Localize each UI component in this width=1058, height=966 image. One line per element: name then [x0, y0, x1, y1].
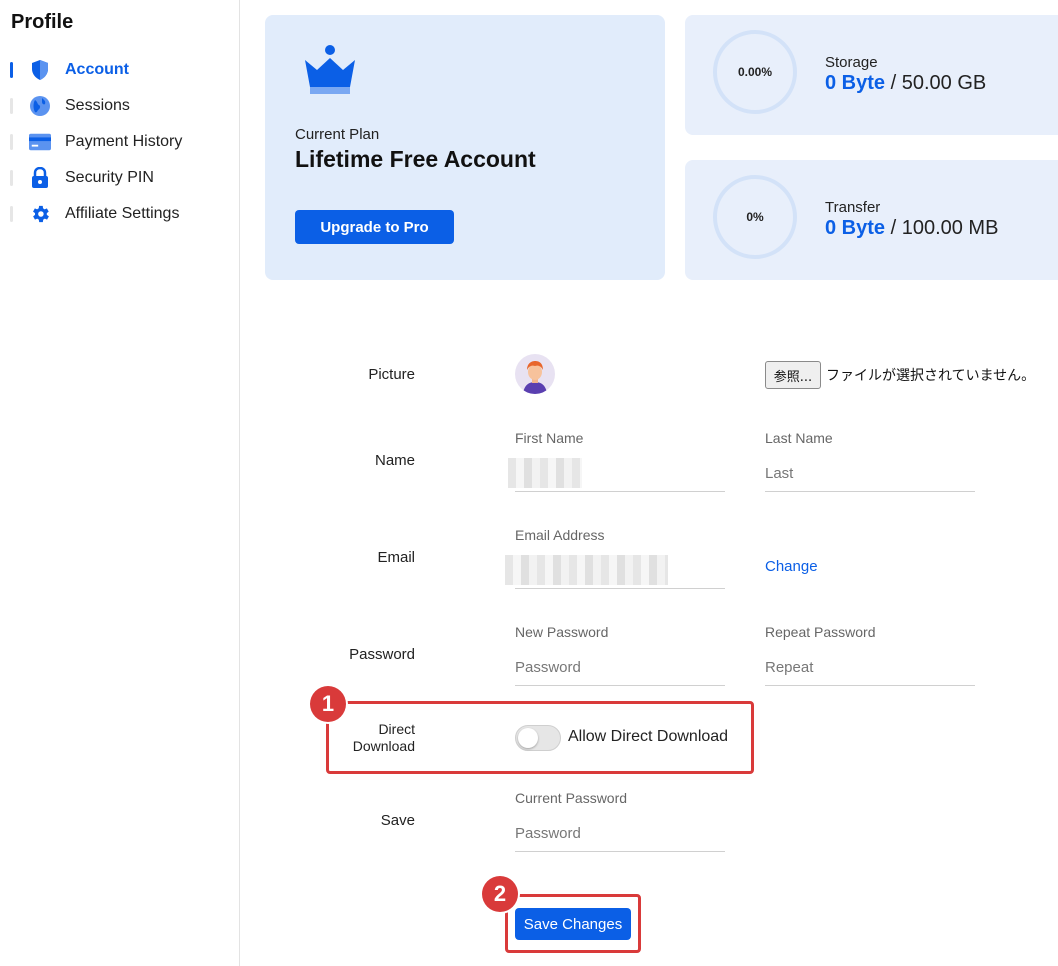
- highlight-box-save-changes: [505, 894, 641, 953]
- last-name-input[interactable]: [765, 456, 975, 492]
- sidebar-item-label: Security PIN: [65, 169, 154, 186]
- redacted-first-name: [508, 458, 582, 488]
- storage-total: / 50.00 GB: [890, 72, 987, 94]
- crown-icon: [305, 45, 355, 94]
- upgrade-to-pro-button[interactable]: Upgrade to Pro: [295, 210, 454, 244]
- transfer-card: 0% Transfer 0 Byte / 100.00 MB: [685, 160, 1058, 280]
- sidebar-item-label: Affiliate Settings: [65, 205, 180, 222]
- sidebar-item-account[interactable]: Account: [0, 52, 240, 88]
- file-status-text: ファイルが選択されていません。: [826, 368, 1036, 384]
- sidebar-item-security-pin[interactable]: Security PIN: [0, 160, 240, 196]
- current-password-label: Current Password: [515, 790, 628, 806]
- sidebar-nav: Account Sessions Payment History Securit…: [0, 52, 240, 232]
- storage-card: 0.00% Storage 0 Byte / 50.00 GB: [685, 15, 1058, 135]
- new-password-label: New Password: [515, 624, 609, 640]
- globe-icon: [29, 95, 51, 117]
- storage-label: Storage: [825, 54, 878, 71]
- inactive-indicator: [10, 98, 13, 114]
- change-email-link[interactable]: Change: [765, 558, 818, 575]
- annotation-badge-2: 2: [482, 876, 518, 912]
- storage-used: 0 Byte: [825, 72, 886, 94]
- transfer-value: 0 Byte / 100.00 MB: [825, 217, 998, 240]
- sidebar-item-payment-history[interactable]: Payment History: [0, 124, 240, 160]
- sidebar-item-affiliate-settings[interactable]: Affiliate Settings: [0, 196, 240, 232]
- sidebar: Profile Account Sessions Payment History: [0, 0, 240, 966]
- storage-value: 0 Byte / 50.00 GB: [825, 72, 986, 95]
- new-password-input[interactable]: [515, 650, 725, 686]
- inactive-indicator: [10, 170, 13, 186]
- shield-icon: [29, 59, 51, 81]
- storage-percent: 0.00%: [737, 65, 773, 79]
- sidebar-item-label: Sessions: [65, 97, 130, 114]
- picture-label: Picture: [368, 366, 415, 383]
- sidebar-item-sessions[interactable]: Sessions: [0, 88, 240, 124]
- transfer-percent: 0%: [746, 210, 764, 224]
- redacted-email: [505, 555, 668, 585]
- name-label: Name: [374, 452, 415, 469]
- sidebar-title: Profile: [11, 11, 74, 33]
- highlight-box-direct-download: [326, 701, 754, 774]
- inactive-indicator: [10, 206, 13, 222]
- password-label: Password: [349, 646, 415, 663]
- avatar: [515, 354, 555, 394]
- plan-subtitle: Current Plan: [295, 126, 380, 143]
- repeat-password-input[interactable]: [765, 650, 975, 686]
- annotation-badge-1: 1: [310, 686, 346, 722]
- sidebar-item-label: Payment History: [65, 133, 183, 150]
- last-name-label: Last Name: [765, 430, 833, 446]
- repeat-password-label: Repeat Password: [765, 624, 876, 640]
- transfer-label: Transfer: [825, 199, 881, 216]
- email-address-label: Email Address: [515, 527, 605, 543]
- email-label: Email: [377, 549, 415, 566]
- transfer-used: 0 Byte: [825, 217, 886, 239]
- current-plan-card: Current Plan Lifetime Free Account Upgra…: [265, 15, 665, 280]
- inactive-indicator: [10, 134, 13, 150]
- credit-card-icon: [29, 131, 51, 153]
- lock-icon: [29, 167, 51, 189]
- active-indicator: [10, 62, 13, 78]
- save-label: Save: [380, 812, 415, 829]
- gear-icon: [29, 203, 51, 225]
- first-name-label: First Name: [515, 430, 584, 446]
- transfer-total: / 100.00 MB: [890, 217, 999, 239]
- browse-file-button[interactable]: 参照...: [765, 361, 821, 389]
- sidebar-item-label: Account: [65, 61, 129, 78]
- current-password-input[interactable]: [515, 816, 725, 852]
- avatar-illustration: [523, 361, 547, 394]
- plan-name: Lifetime Free Account: [295, 146, 536, 172]
